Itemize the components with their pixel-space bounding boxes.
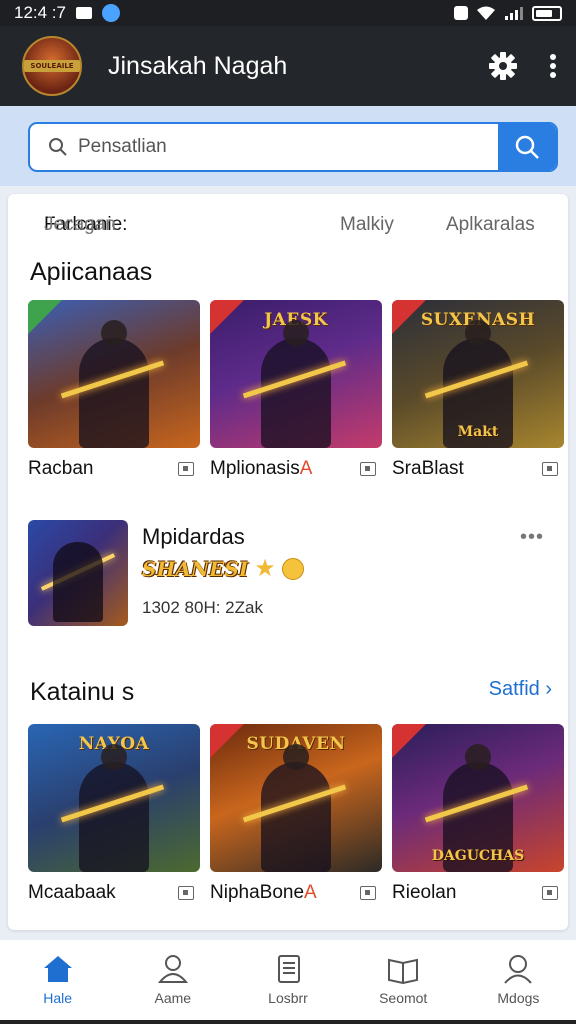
system-nav-bar (0, 1020, 576, 1024)
thumbnail-footer: Makt (457, 424, 499, 440)
emoji-icon (281, 557, 304, 580)
game-title: NiphaBoneA (210, 882, 317, 903)
badge-text: SHANESI (142, 556, 249, 581)
nfc-icon (454, 6, 468, 20)
bottom-navigation: Hale Aame Losbrr Seomot Mdogs (0, 940, 576, 1024)
app-notification-icon (102, 4, 120, 22)
message-icon (76, 7, 92, 19)
search-icon (49, 138, 67, 156)
profile-icon (504, 955, 533, 984)
install-icon[interactable] (542, 462, 558, 476)
game-thumbnail: SUDAVEN (210, 724, 382, 872)
game-tile[interactable]: DAGUCHAS Rieolan (392, 724, 564, 908)
nav-home[interactable]: Hale (0, 940, 115, 1024)
game-title: Rieolan (392, 882, 457, 903)
tile-flag (28, 300, 62, 334)
content-card: Farlcanie: Jecagan Malkiy Aplkaralas Api… (8, 194, 568, 930)
game-thumbnail: JAESK (210, 300, 382, 448)
game-thumbnail: NAYOA (28, 724, 200, 872)
star-icon: ★ (254, 555, 276, 582)
status-time: 12:4 :7 (14, 3, 66, 22)
app-bar: SOULEAILE Jinsakah Nagah (0, 26, 576, 106)
game-thumbnail (28, 300, 200, 448)
install-icon[interactable] (178, 462, 194, 476)
install-icon[interactable] (542, 886, 558, 900)
install-icon[interactable] (360, 462, 376, 476)
document-icon (278, 955, 300, 983)
install-icon[interactable] (178, 886, 194, 900)
more-vertical-icon[interactable] (548, 53, 558, 79)
nav-profile[interactable]: Mdogs (461, 940, 576, 1024)
search-input[interactable]: Pensatlian (78, 136, 167, 158)
game-thumbnail: SUXENASH Makt (392, 300, 564, 448)
game-tile[interactable]: NAYOA Mcaabaak (28, 724, 200, 908)
game-tile[interactable]: SUDAVEN NiphaBoneA (210, 724, 382, 908)
settings-icon[interactable] (488, 51, 518, 81)
nav-games[interactable]: Aame (115, 940, 230, 1024)
nav-label: Seomot (379, 990, 428, 1006)
game-title: MplionasisA (210, 458, 313, 479)
featured-badge: SHANESI ★ (142, 554, 304, 583)
game-title: SraBlast (392, 458, 464, 479)
filter-tab-2[interactable]: Malkiy (340, 214, 394, 236)
more-options-icon[interactable]: ••• (520, 526, 544, 549)
search-bar[interactable]: Pensatlian (28, 122, 558, 172)
logo-text: SOULEAILE (24, 60, 80, 72)
nav-label: Mdogs (497, 990, 540, 1006)
app-logo[interactable]: SOULEAILE (22, 36, 82, 96)
featured-thumbnail (28, 520, 128, 626)
wifi-icon (477, 6, 495, 20)
nav-label: Losbrr (268, 990, 308, 1006)
status-bar: 12:4 :7 (0, 0, 576, 26)
featured-meta: 1302 80H: 2Zak (142, 598, 263, 617)
game-thumbnail: DAGUCHAS (392, 724, 564, 872)
search-band: Pensatlian (0, 106, 576, 186)
battery-icon (532, 5, 562, 21)
game-title: Racban (28, 458, 94, 479)
nav-label: Hale (43, 990, 72, 1006)
see-all-link[interactable]: Satfid › (489, 678, 552, 701)
filter-bar: Farlcanie: Jecagan Malkiy Aplkaralas (44, 214, 535, 236)
featured-item[interactable]: Mpidardas SHANESI ★ 1302 80H: 2Zak ••• (28, 518, 548, 628)
app-title: Jinsakah Nagah (108, 51, 288, 80)
thumbnail-footer: DAGUCHAS (431, 848, 525, 864)
game-tile[interactable]: JAESK MplionasisA (210, 300, 382, 484)
person-icon (157, 955, 188, 983)
tile-flag (392, 724, 426, 758)
home-icon (43, 956, 72, 982)
nav-library[interactable]: Losbrr (230, 940, 345, 1024)
nav-label: Aame (154, 990, 192, 1006)
section-title: Katainu s (30, 678, 135, 706)
signal-icon (505, 7, 523, 20)
book-icon (388, 958, 419, 984)
featured-title: Mpidardas (142, 524, 245, 549)
game-tile[interactable]: SUXENASH Makt SraBlast (392, 300, 564, 484)
nav-books[interactable]: Seomot (346, 940, 461, 1024)
game-title: Mcaabaak (28, 882, 116, 903)
install-icon[interactable] (360, 886, 376, 900)
section-title: Apiicanaas (30, 258, 153, 286)
filter-tab-3[interactable]: Aplkaralas (446, 214, 535, 236)
search-button-icon (515, 135, 539, 159)
search-button[interactable] (498, 124, 556, 170)
game-tile[interactable]: Racban (28, 300, 200, 484)
